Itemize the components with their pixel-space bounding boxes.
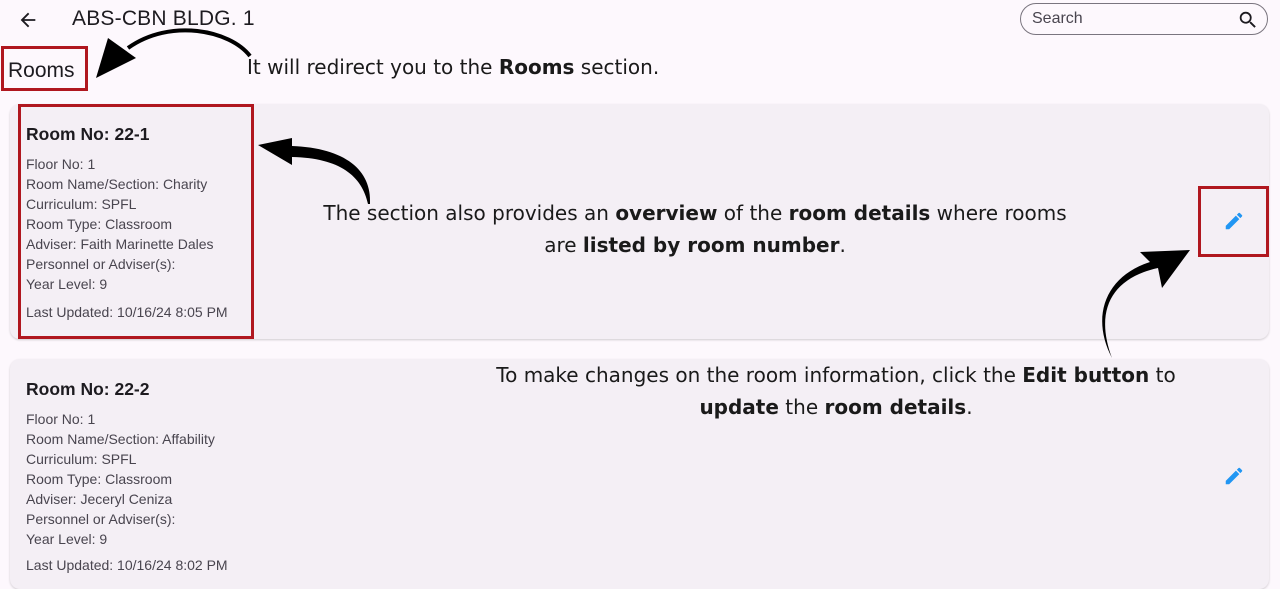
- callout-bold: update: [699, 395, 779, 419]
- arrow-head: [96, 38, 136, 78]
- callout-bold: room details: [788, 201, 931, 225]
- callout-bold: room details: [824, 395, 967, 419]
- callout-text: To make changes on the room information,…: [496, 363, 1023, 387]
- callout-text: .: [839, 233, 846, 257]
- callout-text: of the: [717, 201, 789, 225]
- callout-text: to: [1149, 363, 1176, 387]
- callout-text: The section also provides an: [323, 201, 616, 225]
- annotation-arrows: [96, 28, 1190, 358]
- callout-bold: listed by room number: [582, 233, 840, 257]
- overview-callout: The section also provides an overview of…: [290, 201, 1100, 257]
- callout-bold: Edit button: [1022, 363, 1150, 387]
- arrow-to-edit-button: [1102, 250, 1190, 358]
- edit-callout-line1: To make changes on the room information,…: [456, 363, 1216, 387]
- overview-callout-line1: The section also provides an overview of…: [290, 201, 1100, 225]
- callout-text: section.: [574, 55, 660, 79]
- callout-text: It will redirect you to the: [247, 55, 499, 79]
- overview-callout-line2: are listed by room number.: [290, 233, 1100, 257]
- rooms-callout: It will redirect you to the Rooms sectio…: [247, 55, 659, 79]
- callout-text: the: [778, 395, 825, 419]
- edit-callout-line2: update the room details.: [456, 395, 1216, 419]
- edit-callout: To make changes on the room information,…: [456, 363, 1216, 419]
- callout-text: where rooms: [930, 201, 1067, 225]
- callout-text: are: [544, 233, 583, 257]
- arrow-to-room-details: [258, 138, 371, 204]
- callout-text: .: [966, 395, 973, 419]
- arrow-to-rooms-heading: [126, 28, 252, 58]
- callout-bold: overview: [615, 201, 718, 225]
- callout-bold: Rooms: [498, 55, 575, 79]
